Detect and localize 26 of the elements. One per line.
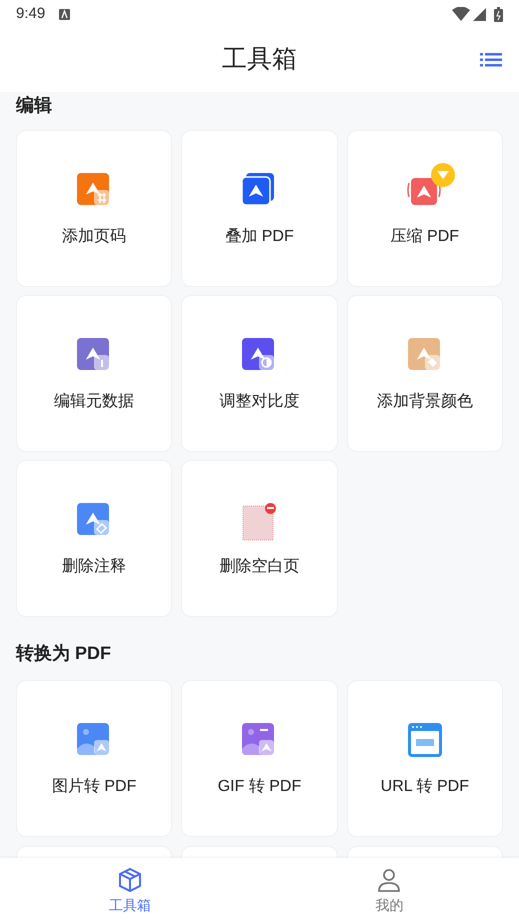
nav-tab[interactable]: 我的	[260, 858, 519, 924]
tool-card[interactable]: 叠加 PDF	[181, 130, 338, 287]
blank-page-icon	[242, 502, 276, 540]
minus-badge-icon	[265, 502, 276, 514]
page-title: 工具箱	[222, 44, 297, 76]
tool-card[interactable]: 删除空白页	[181, 460, 338, 617]
battery-icon	[494, 6, 503, 22]
notification-icon	[59, 8, 70, 20]
tool-card[interactable]: 压缩 PDF	[346, 130, 503, 287]
tool-card[interactable]: URL 转 PDF	[346, 680, 503, 837]
tool-card[interactable]: 编辑元数据	[16, 295, 172, 452]
tool-card[interactable]: 图片转 PDF	[16, 680, 172, 837]
tool-card[interactable]: GIF 转 PDF	[181, 680, 338, 837]
nav-tab[interactable]: 工具箱	[0, 858, 260, 924]
tool-card[interactable]: 删除注释	[16, 460, 172, 617]
tool-card[interactable]: 调整对比度	[181, 295, 338, 452]
person-icon	[376, 866, 402, 892]
status-time: 9:49	[16, 4, 46, 24]
tool-card[interactable]: 添加页码	[16, 130, 172, 287]
box-icon	[116, 866, 143, 892]
wifi-icon	[452, 7, 470, 21]
signal-icon	[473, 8, 486, 20]
list-menu-icon[interactable]	[480, 53, 502, 67]
section-heading: 编辑	[16, 94, 52, 117]
tool-card[interactable]: 添加背景颜色	[346, 295, 503, 452]
section-heading: 转换为 PDF	[16, 642, 112, 665]
